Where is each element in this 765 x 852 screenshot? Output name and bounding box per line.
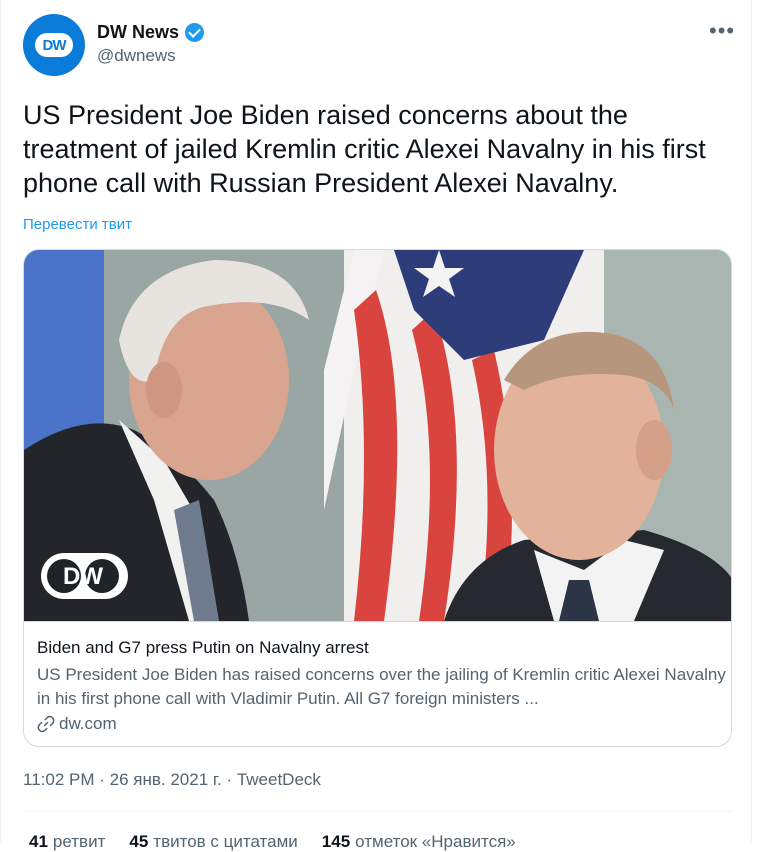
- quote-tweet-count[interactable]: 45 твитов с цитатами: [129, 832, 297, 852]
- card-domain: dw.com: [37, 714, 117, 734]
- card-description: US President Joe Biden has raised concer…: [37, 665, 726, 708]
- card-domain-text: dw.com: [59, 714, 117, 733]
- svg-text:DW: DW: [63, 563, 103, 590]
- retweet-count[interactable]: 41 ретвит: [29, 832, 105, 852]
- retweet-count-label: ретвит: [52, 832, 106, 851]
- avatar[interactable]: DW: [23, 14, 85, 76]
- tweet-source[interactable]: TweetDeck: [237, 770, 321, 789]
- author-handle[interactable]: @dwnews: [97, 46, 176, 66]
- more-options-button[interactable]: •••: [709, 18, 735, 44]
- author-name-row: DW News: [97, 22, 205, 43]
- meta-separator-2: ·: [221, 770, 237, 789]
- tweet-stats: 41 ретвит 45 твитов с цитатами 145 отметок …: [29, 832, 516, 852]
- quote-count-number: 45: [129, 832, 149, 851]
- meta-separator: ·: [94, 770, 110, 789]
- dw-logo-icon: DW: [35, 33, 73, 57]
- verified-badge-icon: [185, 23, 205, 42]
- dw-watermark-logo: DW: [41, 553, 128, 599]
- tweet: DW DW News @dwnews ••• US President Joe …: [0, 0, 752, 851]
- tweet-time[interactable]: 11:02 PM: [23, 770, 95, 789]
- link-icon: [37, 715, 55, 733]
- tweet-meta: 11:02 PM · 26 янв. 2021 г. · TweetDeck: [23, 770, 321, 790]
- retweet-count-number: 41: [29, 832, 48, 851]
- card-title: Biden and G7 press Putin on Navalny arre…: [37, 638, 369, 657]
- divider: [23, 811, 733, 812]
- translate-tweet-link[interactable]: Перевести твит: [23, 216, 132, 233]
- card-info: Biden and G7 press Putin on Navalny arre…: [24, 621, 731, 746]
- tweet-date[interactable]: 26 янв. 2021 г.: [110, 770, 222, 789]
- tweet-text: US President Joe Biden raised concerns a…: [23, 100, 706, 198]
- author-name[interactable]: DW News: [97, 22, 179, 43]
- more-horizontal-icon: •••: [709, 18, 736, 43]
- like-count[interactable]: 145 отметок «Нравится»: [322, 832, 516, 852]
- like-count-label: отметок «Нравится»: [355, 832, 516, 851]
- link-card[interactable]: DW Biden and G7 press Putin on Navalny a…: [23, 249, 732, 747]
- quote-count-label: твитов с цитатами: [153, 832, 298, 851]
- card-image: DW: [24, 250, 731, 621]
- like-count-number: 145: [321, 832, 351, 851]
